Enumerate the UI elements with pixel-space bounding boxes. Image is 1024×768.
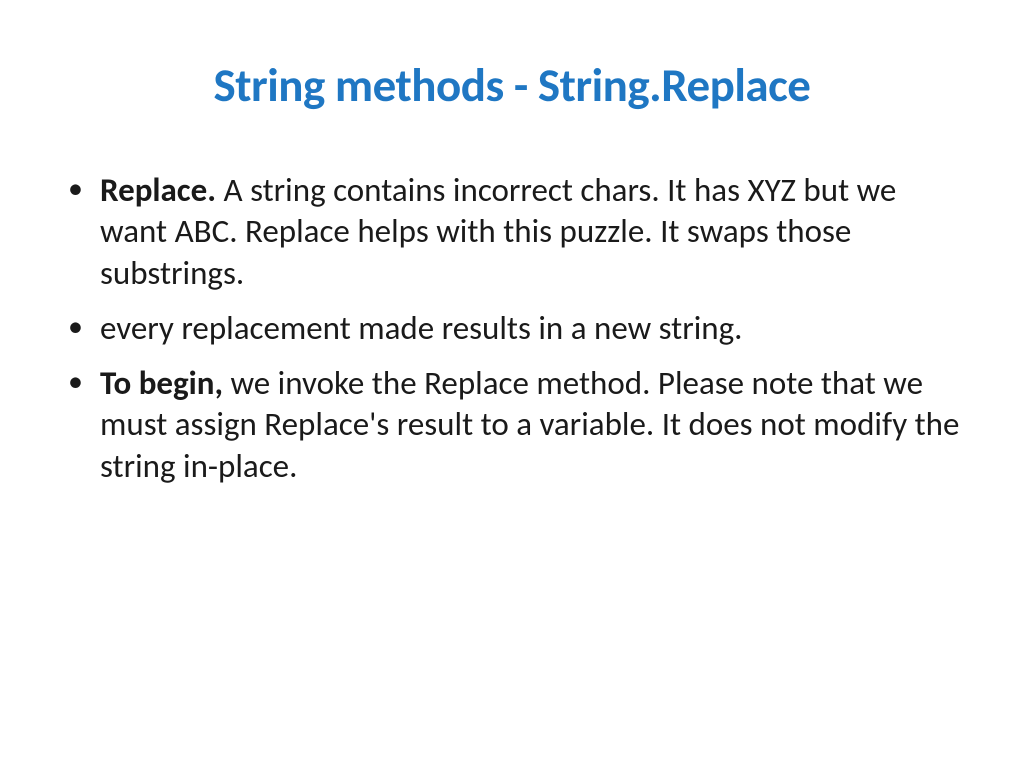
bullet-lead: To begin, — [100, 363, 223, 403]
list-item: Replace. A string contains incorrect cha… — [96, 170, 964, 294]
list-item: To begin, we invoke the Replace method. … — [96, 363, 964, 487]
slide-title: String methods - String.Replace — [60, 56, 964, 114]
list-item: every replacement made results in a new … — [96, 308, 964, 349]
bullet-lead: Replace. — [100, 170, 216, 210]
bullet-list: Replace. A string contains incorrect cha… — [60, 170, 964, 487]
bullet-text: A string contains incorrect chars. It ha… — [100, 170, 896, 293]
bullet-text: we invoke the Replace method. Please not… — [100, 363, 959, 486]
bullet-text: every replacement made results in a new … — [100, 308, 743, 348]
slide: String methods - String.Replace Replace.… — [0, 0, 1024, 768]
